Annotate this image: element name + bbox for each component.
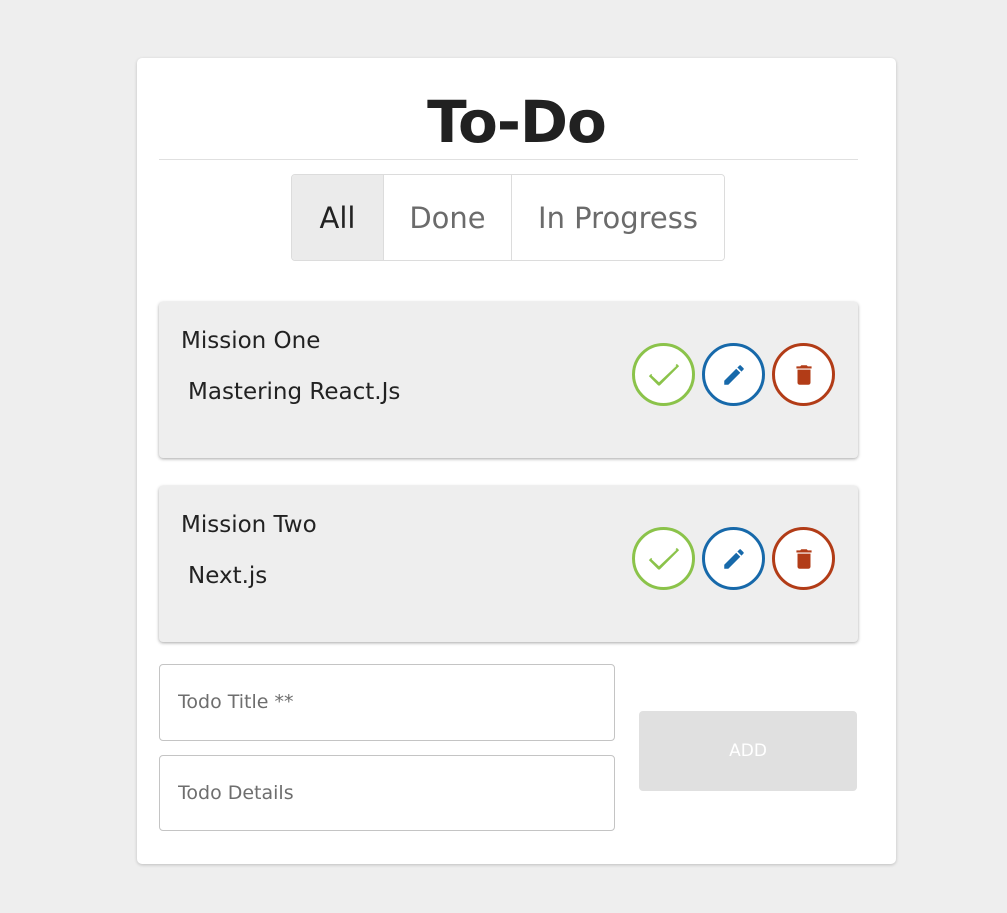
filter-toggle-group: All Done In Progress: [291, 174, 725, 261]
check-icon: [648, 363, 679, 386]
todo-item: Mission Two Next.js: [159, 486, 858, 642]
edit-button[interactable]: [702, 527, 765, 590]
todo-title-input[interactable]: [178, 665, 598, 738]
pencil-icon: [723, 548, 744, 569]
todo-details-field: [159, 755, 615, 831]
todo-title: Mission One: [181, 328, 321, 354]
todo-details: Next.js: [188, 563, 268, 589]
delete-button[interactable]: [772, 343, 835, 406]
todo-details: Mastering React.Js: [188, 379, 401, 405]
filter-done-button[interactable]: Done: [384, 175, 512, 260]
title-divider: [159, 159, 858, 160]
todo-card: To-Do All Done In Progress Mission One M…: [137, 58, 896, 864]
delete-button[interactable]: [772, 527, 835, 590]
edit-button[interactable]: [702, 343, 765, 406]
trash-icon: [795, 548, 812, 569]
mark-done-button[interactable]: [632, 527, 695, 590]
pencil-icon: [723, 364, 744, 385]
add-button[interactable]: ADD: [639, 711, 857, 791]
todo-title-field: [159, 664, 615, 741]
todo-details-input[interactable]: [178, 756, 598, 829]
filter-all-button[interactable]: All: [292, 175, 384, 260]
page-title: To-Do: [427, 88, 607, 156]
todo-title: Mission Two: [181, 512, 317, 538]
filter-in-progress-button[interactable]: In Progress: [512, 175, 724, 260]
mark-done-button[interactable]: [632, 343, 695, 406]
check-icon: [648, 547, 679, 570]
todo-item: Mission One Mastering React.Js: [159, 302, 858, 458]
trash-icon: [795, 364, 812, 385]
